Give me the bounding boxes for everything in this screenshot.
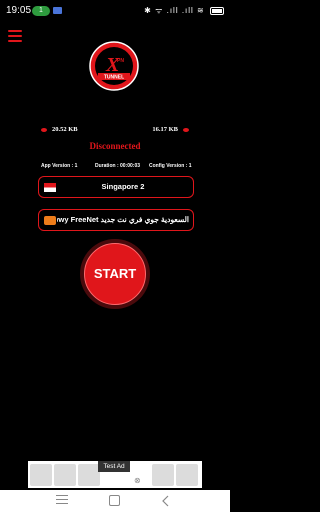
logo-text: TUNNEL [104,75,124,81]
upload-value: 16.17 KB [152,126,178,133]
home-icon[interactable] [109,495,120,506]
ad-banner[interactable]: Test Ad ⊗ [28,461,202,488]
server-selector[interactable]: Singapore 2 [38,176,194,198]
download-value: 20.52 KB [52,126,78,133]
status-time: 19:05 [6,5,32,16]
duration: Duration : 00:00:03 [95,163,141,169]
start-label: START [93,266,137,281]
ad-image [78,464,100,486]
status-bar: 19:05 1 ✱ ᯤ .ıll .ıll ≋ [0,0,230,22]
ad-image [54,464,76,486]
version-info: App Version : 1 Duration : 00:00:03 Conf… [0,163,230,173]
logo-small-text: PN [117,58,124,64]
upload-stat: 16.17 KB [152,126,189,133]
singapore-flag-icon [44,183,56,192]
battery-icon [210,6,224,15]
ad-close-icon[interactable]: ⊗ [134,476,141,485]
start-button[interactable]: START [84,243,146,305]
upload-icon [183,127,189,132]
menu-icon[interactable] [8,30,22,44]
config-version: Config Version : 1 [149,163,192,169]
notification-badge: 1 [32,6,50,16]
ad-image [30,464,52,486]
download-icon [41,127,47,132]
back-icon[interactable] [160,495,172,507]
recent-apps-icon[interactable] [56,495,68,507]
jawwy-logo-icon [44,216,56,225]
sim-card-icon [53,7,62,14]
signal-icons: ✱ ᯤ .ıll .ıll ≋ [144,6,205,15]
app-logo: X PN TUNNEL [89,41,139,91]
connection-status: Disconnected [89,141,141,151]
server-name: Singapore 2 [101,182,145,191]
ad-image [176,464,198,486]
ad-label: Test Ad [98,461,130,472]
status-icons: ✱ ᯤ .ıll .ıll ≋ [144,5,224,16]
download-stat: 20.52 KB [41,126,78,133]
system-nav-bar [0,490,230,512]
payload-selector[interactable]: السعودية جوي فري نت جديد Jawwy FreeNet [38,209,194,231]
payload-name: السعودية جوي فري نت جديد Jawwy FreeNet [57,215,189,224]
ad-image [152,464,174,486]
app-version: App Version : 1 [41,163,78,169]
